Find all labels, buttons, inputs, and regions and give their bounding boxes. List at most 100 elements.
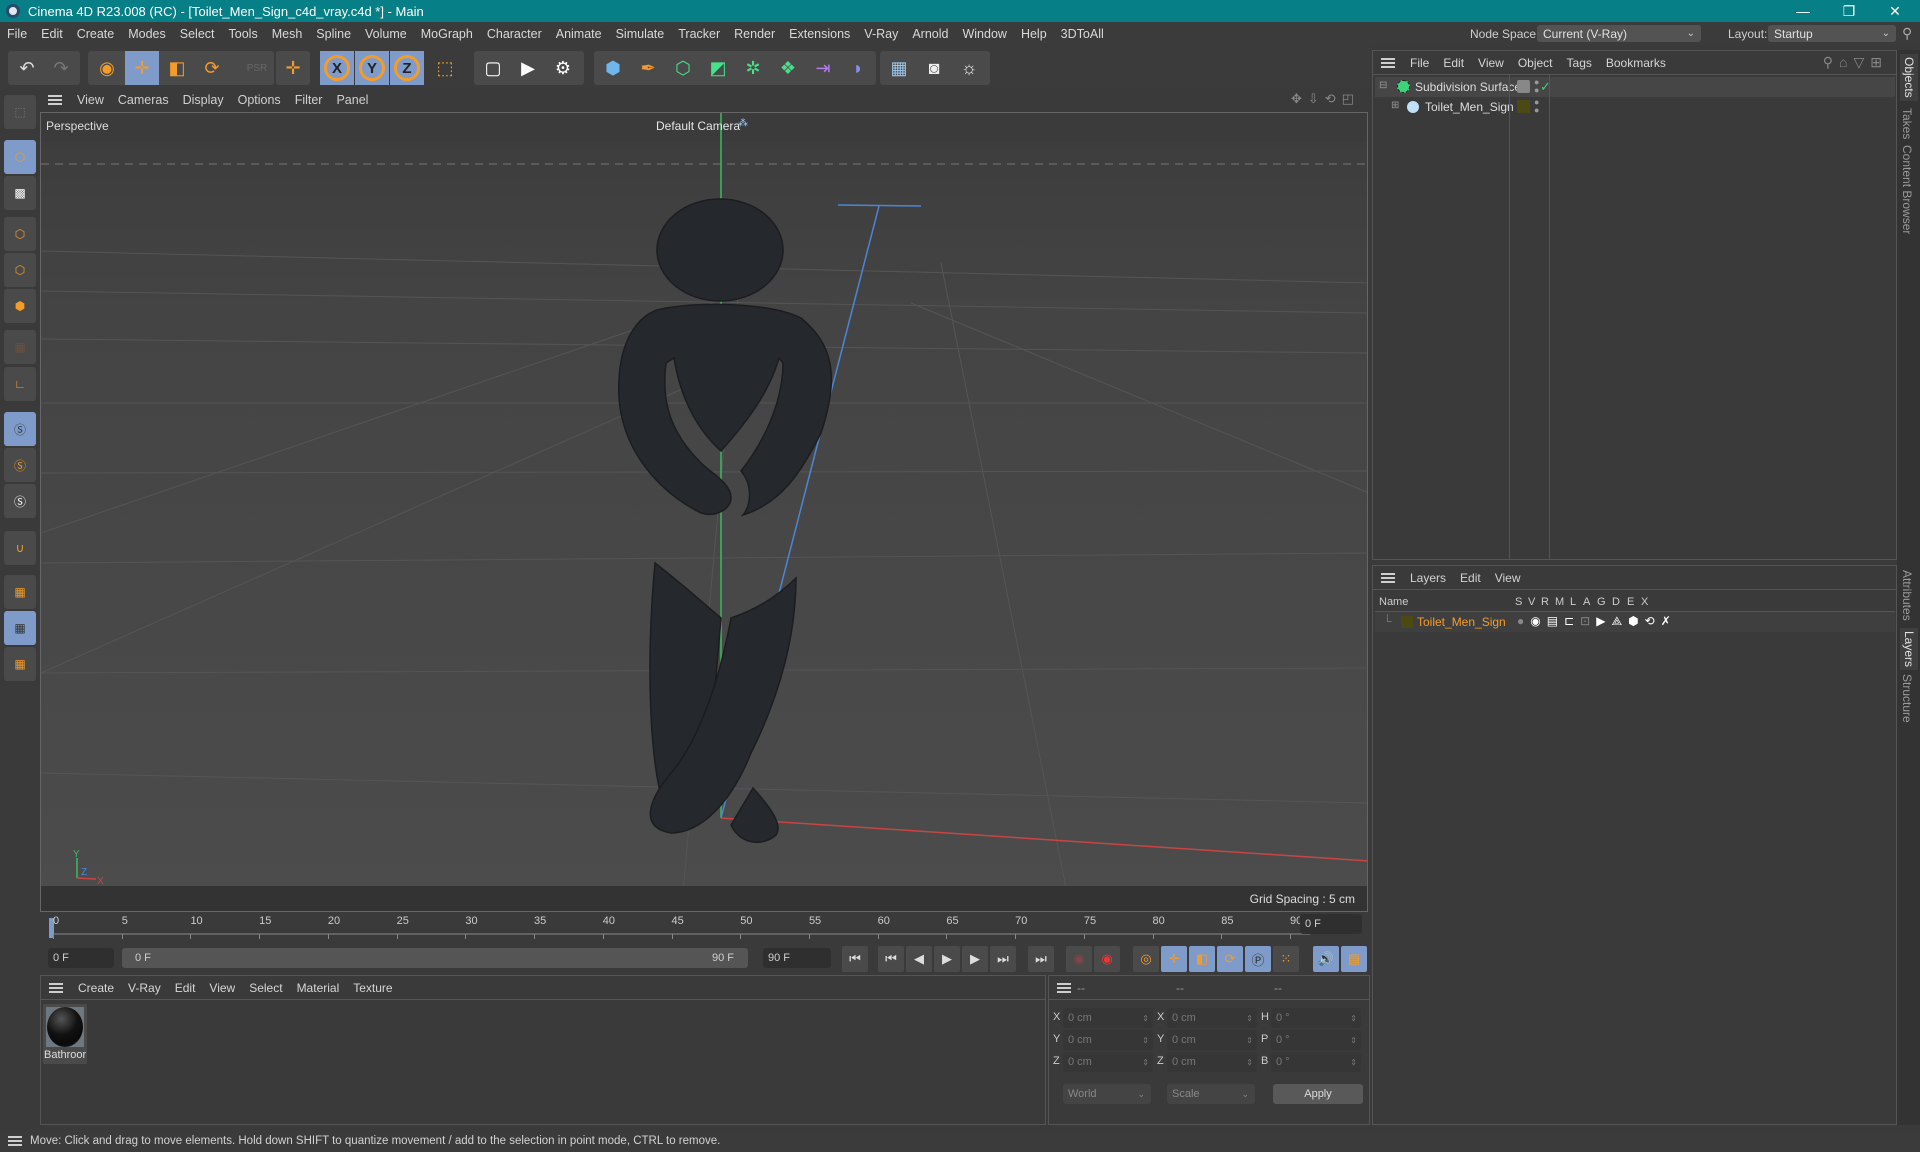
menu-simulate[interactable]: Simulate (609, 27, 672, 41)
material-menu-texture[interactable]: Texture (346, 981, 399, 995)
layer-column-header[interactable]: A (1583, 596, 1590, 608)
transform-mode-dropdown[interactable]: Scale ⌄ (1167, 1084, 1255, 1104)
coordinate-field[interactable]: 0 cm ⇕ (1063, 1030, 1153, 1050)
layer-column-header[interactable]: R (1541, 596, 1549, 608)
stepper-icon[interactable]: ⇕ (1350, 1058, 1357, 1067)
menu-file[interactable]: File (0, 27, 34, 41)
select-arrow-icon[interactable]: ◉ (90, 51, 124, 85)
minimize-button[interactable]: — (1780, 0, 1826, 22)
symmetry-icon[interactable]: ⇥ (806, 51, 840, 85)
deformer-icon[interactable]: ◗ (841, 51, 875, 85)
stepper-icon[interactable]: ⇕ (1350, 1036, 1357, 1045)
material-menu-view[interactable]: View (202, 981, 242, 995)
workplane-sync-icon[interactable]: ▦ (4, 647, 36, 681)
point-mode-icon[interactable]: ⬡ (4, 217, 36, 251)
move-tool-icon[interactable]: ✛ (276, 51, 310, 85)
node-space-dropdown[interactable]: Current (V-Ray) ⌄ (1537, 25, 1701, 42)
menu-vray[interactable]: V-Ray (857, 27, 905, 41)
maximize-view-icon[interactable]: ◰ (1342, 91, 1360, 106)
locked-workplane-icon[interactable]: ▦ (4, 611, 36, 645)
menu-tools[interactable]: Tools (222, 27, 265, 41)
texture-mode-icon[interactable]: ▩ (4, 176, 36, 210)
edge-mode-icon[interactable]: ⬡ (4, 253, 36, 287)
floor-icon[interactable]: ▦ (882, 51, 916, 85)
generators-icon[interactable]: ⟁ (1611, 614, 1628, 628)
pan-view-icon[interactable]: ✥ (1291, 91, 1308, 106)
make-editable-icon[interactable]: ⬚ (4, 95, 36, 129)
key-position-icon[interactable]: ✛ (1161, 946, 1187, 972)
layer-column-header[interactable]: G (1597, 596, 1606, 608)
layer-column-header[interactable]: E (1627, 596, 1634, 608)
array-icon[interactable]: ❖ (771, 51, 805, 85)
key-rotation-icon[interactable]: ⟳ (1217, 946, 1243, 972)
stepper-icon[interactable]: ⇕ (1142, 1014, 1149, 1023)
frame-range-slider[interactable]: 0 F 90 F (122, 948, 748, 968)
end-frame-field[interactable]: 90 F (763, 948, 831, 968)
hamburger-icon[interactable] (1381, 57, 1395, 68)
expand-icon[interactable]: ⊞ (1391, 100, 1399, 111)
material-menu-edit[interactable]: Edit (168, 981, 203, 995)
viewport-menu-cameras[interactable]: Cameras (111, 93, 176, 107)
manager-icon[interactable]: ⊏ (1564, 614, 1580, 628)
search-icon[interactable]: ⚲ (1823, 54, 1839, 70)
record-active-icon[interactable]: ◉ (1066, 946, 1092, 972)
visibility-dots[interactable]: ● ● (1534, 98, 1539, 115)
camera-label[interactable]: Default Camera (656, 119, 740, 133)
stepper-icon[interactable]: ⇕ (1142, 1036, 1149, 1045)
hamburger-icon[interactable] (8, 1136, 22, 1146)
render-settings-icon[interactable]: ⚙ (546, 51, 580, 85)
menu-tracker[interactable]: Tracker (671, 27, 727, 41)
new-window-icon[interactable]: ⊞ (1870, 54, 1888, 70)
z-axis-icon[interactable]: Z (390, 51, 424, 85)
menu-mesh[interactable]: Mesh (265, 27, 310, 41)
current-frame-field[interactable]: 0 F (1300, 914, 1362, 934)
object-row-toilet-men-sign[interactable]: ⊞ Toilet_Men_Sign ● ● (1375, 97, 1895, 117)
tab-layers[interactable]: Layers (1900, 628, 1918, 671)
layer-column-header[interactable]: L (1570, 596, 1576, 608)
keyframe-selection-icon[interactable]: ◎ (1133, 946, 1159, 972)
apply-button[interactable]: Apply (1273, 1084, 1363, 1104)
rotate-icon[interactable]: ⟳ (195, 51, 229, 85)
object-menu-tags[interactable]: Tags (1560, 56, 1599, 70)
menu-help[interactable]: Help (1014, 27, 1054, 41)
menu-render[interactable]: Render (727, 27, 782, 41)
hamburger-icon[interactable] (48, 95, 62, 105)
tab-takes[interactable]: Takes (1900, 108, 1914, 139)
stepper-icon[interactable]: ⇕ (1246, 1014, 1253, 1023)
layout-dropdown[interactable]: Startup ⌄ (1768, 25, 1896, 42)
render-picture-viewer-icon[interactable]: ▶ (511, 51, 545, 85)
hamburger-icon[interactable] (1381, 572, 1395, 583)
animation-icon[interactable]: ▶ (1596, 614, 1611, 628)
go-to-end-icon[interactable]: ⏭ (1028, 946, 1054, 972)
next-key-icon[interactable]: ⏭ (990, 946, 1016, 972)
tab-structure[interactable]: Structure (1900, 674, 1914, 723)
tab-attributes[interactable]: Attributes (1900, 570, 1914, 621)
mograph-cloner-icon[interactable]: ✲ (736, 51, 770, 85)
object-menu-object[interactable]: Object (1511, 56, 1560, 70)
render-view-icon[interactable]: ▢ (476, 51, 510, 85)
layer-column-header[interactable]: V (1528, 596, 1535, 608)
y-axis-icon[interactable]: Y (355, 51, 389, 85)
coordinate-field[interactable]: 0 cm ⇕ (1167, 1030, 1257, 1050)
x-axis-icon[interactable]: X (320, 51, 354, 85)
coordinate-field[interactable]: 0 cm ⇕ (1167, 1052, 1257, 1072)
layer-name[interactable]: Toilet_Men_Sign (1417, 615, 1506, 629)
home-icon[interactable]: ⌂ (1839, 54, 1853, 70)
menu-window[interactable]: Window (955, 27, 1013, 41)
scale-icon[interactable]: ◧ (160, 51, 194, 85)
menu-create[interactable]: Create (70, 27, 122, 41)
pen-spline-icon[interactable]: ✒ (631, 51, 665, 85)
coordinate-field[interactable]: 0 cm ⇕ (1063, 1052, 1153, 1072)
camera-icon[interactable]: ◙ (917, 51, 951, 85)
editor-visibility-toggle[interactable] (1517, 80, 1530, 93)
tab-content-browser[interactable]: Content Browser (1900, 145, 1914, 234)
object-row-subdivision[interactable]: ⊟ Subdivision Surface ● ● ✓ (1375, 77, 1895, 97)
orbit-view-icon[interactable]: ⟲ (1325, 91, 1342, 106)
layer-menu-edit[interactable]: Edit (1453, 571, 1488, 585)
viewport-menu-panel[interactable]: Panel (329, 93, 375, 107)
sound-icon[interactable]: 🔊 (1313, 946, 1339, 972)
coordinate-field[interactable]: 0 cm ⇕ (1063, 1008, 1153, 1028)
layer-column-header[interactable]: X (1641, 596, 1648, 608)
timeline-window-icon[interactable]: ▤ (1341, 946, 1367, 972)
maximize-button[interactable]: ❐ (1826, 0, 1872, 22)
